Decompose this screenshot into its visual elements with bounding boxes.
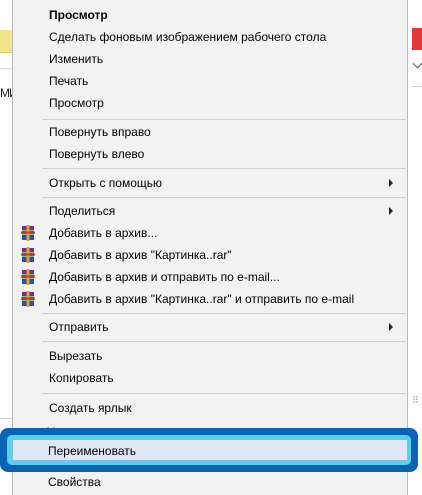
menu-item-view[interactable]: Просмотр: [14, 4, 406, 26]
winrar-icon: [21, 269, 35, 285]
menu-item-set-wallpaper[interactable]: Сделать фоновым изображением рабочего ст…: [14, 26, 406, 48]
menu-item-add-to-archive[interactable]: Добавить в архив...: [14, 222, 406, 244]
chevron-down-icon: [412, 58, 422, 69]
menu-item-label: Печать: [49, 74, 89, 88]
menu-item-edit[interactable]: Изменить: [14, 48, 406, 70]
submenu-arrow-icon: [389, 207, 393, 215]
menu-item-copy[interactable]: Копировать: [14, 367, 406, 389]
menu-item-add-to-archive-and-email[interactable]: Добавить в архив и отправить по e-mail..…: [14, 266, 406, 288]
menu-separator: [42, 168, 406, 169]
background-window-right: ⠿: [408, 0, 422, 495]
menu-item-label: Отправить: [49, 320, 109, 334]
background-divider: [0, 68, 12, 69]
menu-separator: [42, 197, 406, 198]
menu-item-send-to[interactable]: Отправить: [14, 316, 406, 338]
menu-item-preview[interactable]: Просмотр: [14, 92, 406, 114]
menu-item-properties[interactable]: Свойства: [13, 471, 405, 493]
menu-item-create-shortcut[interactable]: Создать ярлык: [14, 397, 406, 419]
menu-separator: [42, 313, 406, 314]
winrar-icon: [21, 247, 35, 263]
winrar-icon: [21, 291, 35, 307]
menu-separator: [42, 119, 406, 120]
winrar-icon: [21, 225, 35, 241]
menu-item-add-to-named-archive[interactable]: Добавить в архив "Картинка..rar": [14, 244, 406, 266]
menu-item-label: Создать ярлык: [49, 401, 132, 415]
context-menu: Просмотр Сделать фоновым изображением ра…: [12, 0, 408, 495]
menu-item-label: Добавить в архив "Картинка..rar" и отпра…: [49, 292, 355, 306]
menu-item-label: Добавить в архив...: [49, 226, 158, 240]
menu-item-add-to-named-archive-and-email[interactable]: Добавить в архив "Картинка..rar" и отпра…: [14, 288, 406, 310]
menu-item-label: Вырезать: [49, 349, 103, 363]
background-divider: [412, 86, 422, 87]
menu-item-rotate-right[interactable]: Повернуть вправо: [14, 121, 406, 143]
menu-item-print[interactable]: Печать: [14, 70, 406, 92]
menu-item-rotate-left[interactable]: Повернуть влево: [14, 143, 406, 165]
menu-item-share[interactable]: Поделиться: [14, 200, 406, 222]
menu-item-label: Переименовать: [48, 444, 136, 458]
background-window-left: МИ: [0, 0, 18, 495]
background-close-button: [412, 28, 422, 50]
submenu-arrow-icon: [389, 179, 393, 187]
menu-item-label: Поделиться: [49, 204, 116, 218]
submenu-arrow-icon: [389, 323, 393, 331]
menu-item-label: Открыть с помощью: [49, 176, 163, 190]
menu-item-label: Изменить: [49, 52, 104, 66]
menu-item-label: Добавить в архив и отправить по e-mail..…: [49, 270, 280, 284]
menu-item-open-with[interactable]: Открыть с помощью: [14, 172, 406, 194]
menu-item-label: Копировать: [49, 371, 114, 385]
resize-grip-icon: ⠿: [412, 395, 419, 405]
menu-item-label: Просмотр: [49, 96, 104, 110]
menu-item-label: Повернуть вправо: [49, 125, 151, 139]
menu-item-label: Повернуть влево: [49, 147, 145, 161]
menu-item-label: Добавить в архив "Картинка..rar": [49, 248, 232, 262]
menu-item-label: Сделать фоновым изображением рабочего ст…: [49, 30, 327, 44]
menu-item-cut[interactable]: Вырезать: [14, 345, 406, 367]
menu-separator: [42, 341, 406, 342]
background-toolbar-strip: [0, 30, 12, 53]
menu-item-label: Просмотр: [49, 8, 108, 22]
background-divider: [0, 418, 12, 419]
menu-separator: [42, 393, 406, 394]
menu-item-label: Свойства: [48, 475, 101, 489]
menu-item-rename[interactable]: Переименовать: [12, 439, 408, 461]
